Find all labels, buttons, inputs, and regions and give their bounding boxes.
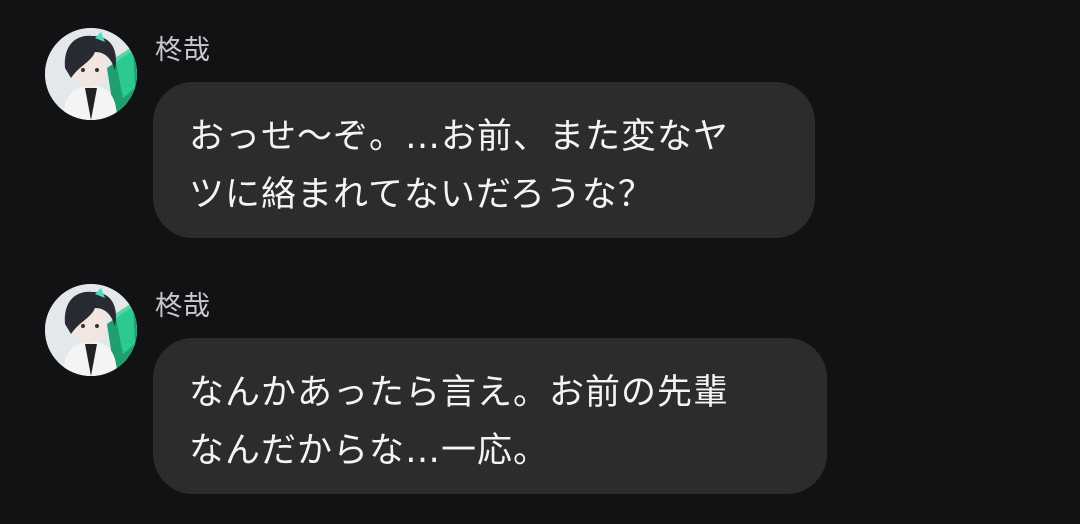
avatar[interactable] bbox=[45, 28, 137, 120]
avatar-image bbox=[45, 28, 137, 120]
avatar-image bbox=[45, 284, 137, 376]
message-bubble: おっせ〜ぞ。…お前、また変なヤ ツに絡まれてないだろうな？ bbox=[153, 82, 815, 238]
sender-name: 柊哉 bbox=[155, 291, 211, 322]
sender-name: 柊哉 bbox=[155, 35, 211, 66]
message-bubble: なんかあったら言え。お前の先輩 なんだからな…一応。 bbox=[153, 338, 827, 494]
avatar[interactable] bbox=[45, 284, 137, 376]
